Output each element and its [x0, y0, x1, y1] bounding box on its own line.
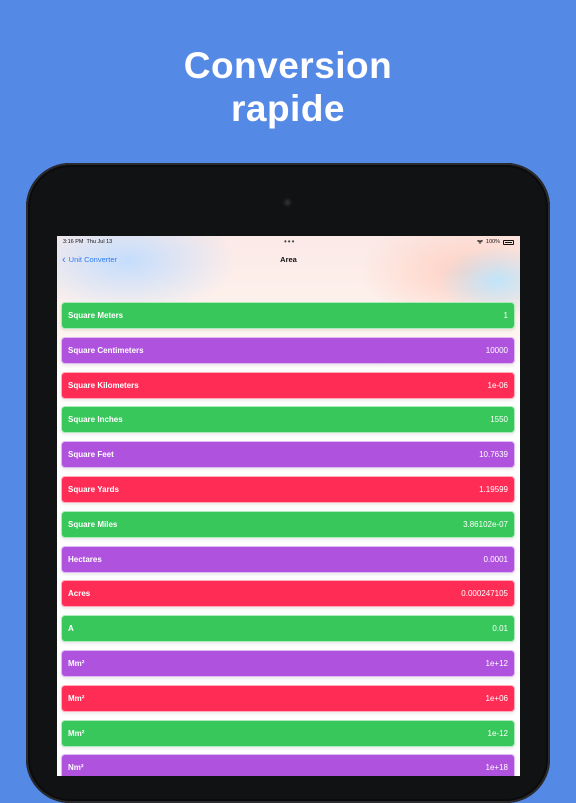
unit-value: 1e-12 [487, 728, 508, 738]
unit-value: 1.19599 [479, 484, 508, 494]
navigation-bar: ‹ Unit Converter Area [57, 252, 520, 268]
battery-percent: 100% [485, 239, 500, 245]
unit-row[interactable]: Square Feet 10.7639 [61, 441, 515, 469]
unit-value: 0.01 [492, 624, 508, 634]
headline: Conversion rapide [0, 44, 576, 130]
unit-row[interactable]: Mm² 1e+12 [61, 649, 515, 677]
unit-name: Acres [68, 589, 91, 599]
unit-value: 10.7639 [479, 450, 508, 460]
unit-value: 1e+12 [485, 658, 508, 668]
unit-row[interactable]: Nm² 1e+18 [61, 754, 515, 776]
unit-name: Mm² [68, 658, 85, 668]
unit-row[interactable]: Hectares 0.0001 [61, 545, 515, 573]
unit-row[interactable]: Square Miles 3.86102e-07 [61, 510, 515, 538]
unit-name: Square Yards [68, 484, 119, 494]
app-screen: 3:16 PM Thu Jul 13 ••• 100% ‹ Unit Conve… [57, 236, 520, 776]
unit-row[interactable]: Square Kilometers 1e-06 [61, 371, 515, 399]
unit-name: Mm² [68, 693, 85, 703]
battery-icon [503, 239, 514, 245]
status-time-date: 3:16 PM Thu Jul 13 [63, 239, 112, 245]
unit-row[interactable]: Square Centimeters 10000 [61, 336, 515, 364]
unit-name: Square Kilometers [68, 380, 139, 390]
unit-value: 1e+06 [485, 693, 508, 703]
unit-value: 3.86102e-07 [463, 519, 508, 529]
unit-row[interactable]: Mm² 1e-12 [61, 719, 515, 747]
unit-value: 1550 [490, 415, 508, 425]
unit-name: Square Feet [68, 450, 114, 460]
unit-name: Square Miles [68, 519, 118, 529]
unit-name: Square Inches [68, 415, 123, 425]
unit-value: 0.0001 [483, 554, 508, 564]
unit-row[interactable]: Acres 0.000247105 [61, 580, 515, 608]
status-time: 3:16 PM [63, 239, 84, 245]
unit-list: Square Meters 1 Square Centimeters 10000 Squ… [61, 302, 515, 776]
unit-value: 10000 [485, 345, 508, 355]
front-camera [283, 198, 292, 207]
unit-value: 1e-06 [487, 380, 508, 390]
multitasking-dots-icon[interactable]: ••• [284, 237, 295, 246]
unit-row[interactable]: Mm² 1e+06 [61, 684, 515, 712]
unit-row[interactable]: Square Yards 1.19599 [61, 475, 515, 503]
unit-name: Square Meters [68, 311, 124, 320]
unit-name: Square Centimeters [68, 345, 144, 355]
status-date: Thu Jul 13 [86, 239, 113, 245]
unit-row[interactable]: Square Inches 1550 [61, 406, 515, 434]
wifi-icon [476, 240, 483, 244]
unit-row[interactable]: A 0.01 [61, 615, 515, 643]
page-title: Area [280, 255, 297, 264]
unit-value: 0.000247105 [461, 589, 508, 599]
unit-name: Mm² [68, 728, 85, 738]
unit-value: 1 [503, 311, 508, 320]
status-bar: 3:16 PM Thu Jul 13 ••• 100% [57, 236, 520, 248]
headline-line-2: rapide [230, 88, 346, 129]
unit-row[interactable]: Square Meters 1 [61, 302, 515, 329]
unit-name: A [68, 624, 74, 634]
status-right: 100% [476, 239, 514, 245]
headline-line-1: Conversion [183, 45, 393, 86]
unit-name: Hectares [68, 554, 102, 564]
